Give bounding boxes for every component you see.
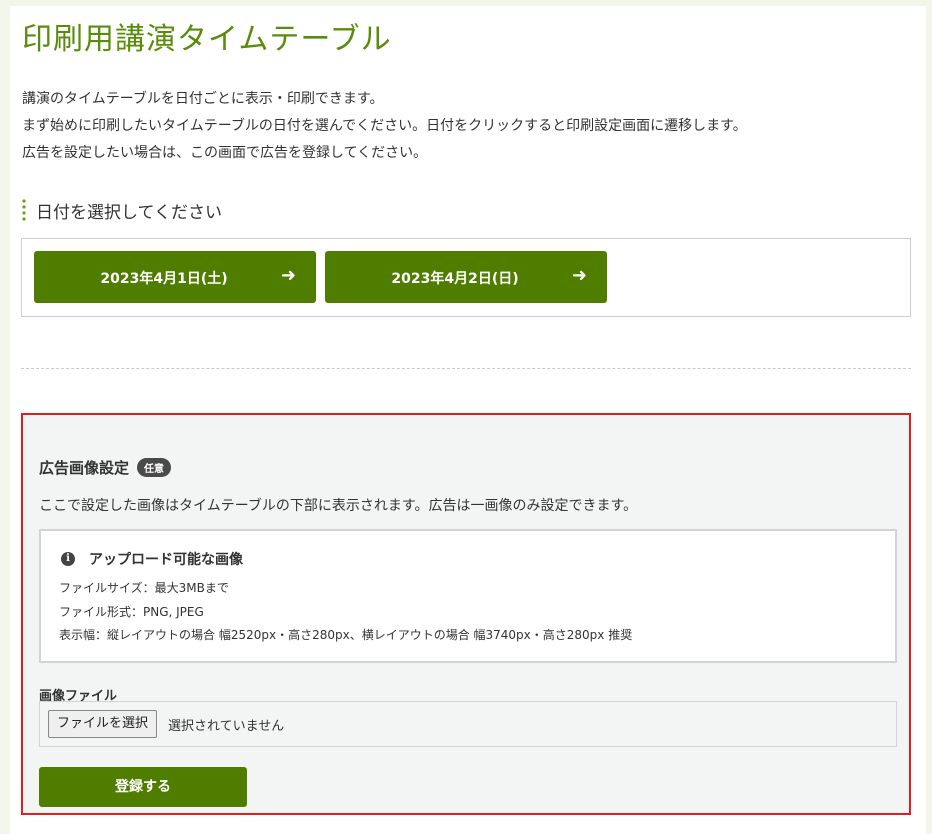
ad-description: ここで設定した画像はタイムテーブルの下部に表示されます。広告は一画像のみ設定でき… — [39, 498, 638, 514]
intro-text: 講演のタイムテーブルを日付ごとに表示・印刷できます。 まず始めに印刷したいタイム… — [22, 86, 912, 167]
date-button-2023-04-02[interactable]: 2023年4月2日(日) ➜ — [325, 251, 607, 303]
arrow-right-icon: ➜ — [571, 265, 587, 286]
date-button-label: 2023年4月2日(日) — [391, 271, 519, 287]
display-width-info: 表示幅：縦レイアウトの場合 幅2520px・高さ280px、横レイアウトの場合 … — [59, 628, 633, 642]
ad-settings-title-text: 広告画像設定 — [39, 459, 130, 477]
arrow-right-icon: ➜ — [280, 265, 296, 286]
file-input-row: ファイルを選択 選択されていません — [39, 701, 897, 747]
choose-file-button[interactable]: ファイルを選択 — [48, 710, 158, 738]
upload-info-box: i アップロード可能な画像 ファイルサイズ：最大3MBまで ファイル形式：PNG… — [39, 529, 897, 663]
optional-badge: 任意 — [137, 458, 172, 477]
dotted-bar-icon — [22, 198, 26, 222]
info-icon: i — [61, 552, 75, 566]
upload-info-heading-text: アップロード可能な画像 — [89, 552, 243, 568]
upload-info-heading: i アップロード可能な画像 — [61, 549, 243, 569]
ad-settings-title: 広告画像設定 任意 — [39, 457, 172, 478]
intro-line: 講演のタイムテーブルを日付ごとに表示・印刷できます。 — [22, 91, 384, 107]
date-button-2023-04-01[interactable]: 2023年4月1日(土) ➜ — [34, 251, 316, 303]
register-button[interactable]: 登録する — [39, 767, 247, 807]
file-format-info: ファイル形式：PNG, JPEG — [59, 605, 204, 619]
page-title: 印刷用講演タイムテーブル — [22, 22, 392, 57]
ad-image-settings-panel: 広告画像設定 任意 ここで設定した画像はタイムテーブルの下部に表示されます。広告… — [21, 413, 911, 815]
section-divider — [21, 368, 911, 369]
intro-line: 広告を設定したい場合は、この画面で広告を登録してください。 — [22, 145, 428, 161]
page: 印刷用講演タイムテーブル 講演のタイムテーブルを日付ごとに表示・印刷できます。 … — [10, 6, 926, 834]
file-size-info: ファイルサイズ：最大3MBまで — [59, 581, 229, 595]
intro-line: まず始めに印刷したいタイムテーブルの日付を選んでください。日付をクリックすると印… — [22, 118, 747, 134]
file-status-text: 選択されていません — [168, 719, 285, 734]
date-section-heading: 日付を選択してください — [22, 198, 222, 223]
date-selection-box: 2023年4月1日(土) ➜ 2023年4月2日(日) ➜ — [21, 238, 911, 317]
date-section-heading-text: 日付を選択してください — [36, 202, 222, 223]
date-button-label: 2023年4月1日(土) — [100, 271, 228, 287]
